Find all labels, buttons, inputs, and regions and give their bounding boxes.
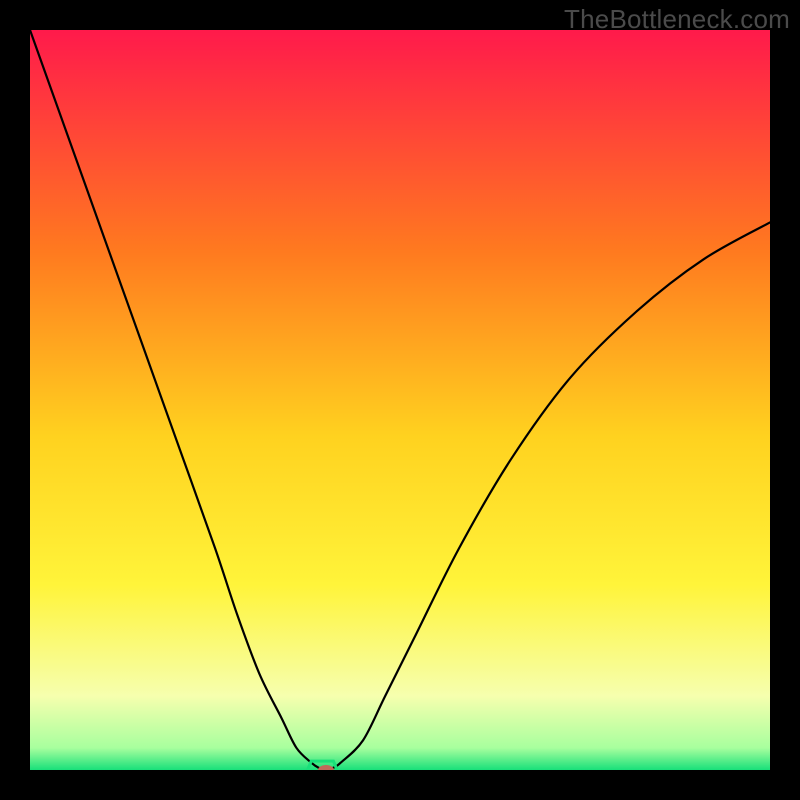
- chart-frame: TheBottleneck.com: [0, 0, 800, 800]
- bottleneck-chart: [30, 30, 770, 770]
- gradient-background: [30, 30, 770, 770]
- watermark-text: TheBottleneck.com: [564, 4, 790, 35]
